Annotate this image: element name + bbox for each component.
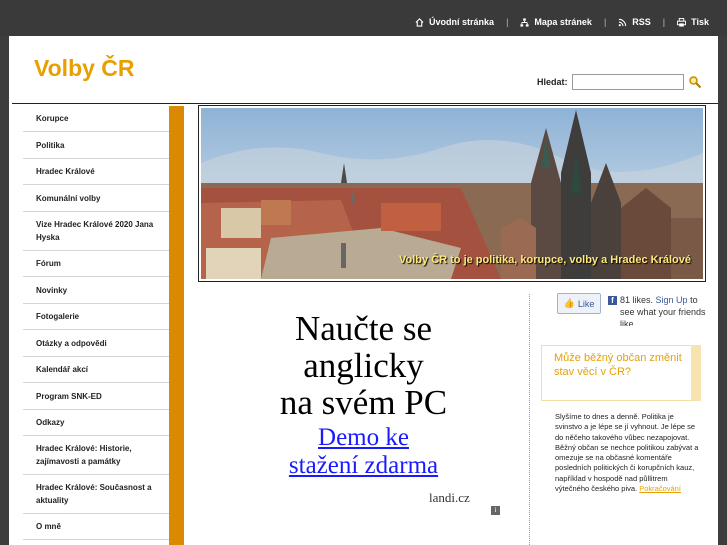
ad-demo-link-1[interactable]: Demo ke xyxy=(221,424,506,452)
sidebar-menu-item[interactable]: Fotogalerie xyxy=(23,304,183,330)
sidebar-menu-item[interactable]: Otázky a odpovědi xyxy=(23,330,183,357)
print-link-label: Tisk xyxy=(691,17,709,27)
search-input[interactable] xyxy=(571,74,684,90)
rss-link-label: RSS xyxy=(632,17,651,27)
sidebar-menu-item[interactable]: Hradec Králové: Současnost a aktuality xyxy=(23,475,183,514)
facebook-signup-link[interactable]: Sign Up xyxy=(656,295,688,305)
sidebar-menu-item[interactable]: Politika xyxy=(23,132,183,159)
ad-line-1: Naučte se xyxy=(294,309,432,348)
home-icon xyxy=(415,17,424,27)
ad-demo-link-2[interactable]: stažení zdarma xyxy=(221,452,506,480)
page-container: Volby ČR Hledat: Korupce Politika Hradec K… xyxy=(9,36,718,545)
sidebar-menu-item[interactable]: Novinky xyxy=(23,277,183,304)
sidebar-box-text: Slyšíme to dnes a denně. Politika je svi… xyxy=(555,412,699,494)
advertisement[interactable]: Naučte se anglicky na svém PC Demo ke st… xyxy=(221,286,506,526)
sidebar-menu-item[interactable]: Vize Hradec Králové 2020 Jana Hyska xyxy=(23,212,183,251)
top-bar: Úvodní stránka | Mapa stránek | RSS | Ti… xyxy=(0,0,727,36)
sidebar-menu-item[interactable]: Hradec Králové: Historie, zajímavosti a … xyxy=(23,436,183,475)
like-label: Like xyxy=(577,298,595,309)
sidebar-menu: Korupce Politika Hradec Králové Komunální v… xyxy=(23,106,183,540)
nav-separator: | xyxy=(662,17,666,27)
sidebar-menu-item[interactable]: Odkazy xyxy=(23,410,183,436)
ad-brand: landi.cz xyxy=(429,490,470,505)
nav-separator: | xyxy=(506,17,509,27)
column-divider xyxy=(529,294,530,545)
facebook-like-text: 81 likes. Sign Up to see what your frien… xyxy=(620,294,708,326)
top-navigation: Úvodní stránka | Mapa stránek | RSS | Ti… xyxy=(415,17,709,27)
banner-caption: Volby ČR to je politika, korupce, volby … xyxy=(399,254,691,266)
search-label: Hledat: xyxy=(537,77,568,87)
sitemap-link[interactable]: Mapa stránek xyxy=(520,17,592,27)
sidebar-menu-item[interactable]: Program SNK-ED xyxy=(23,383,183,410)
sidebar-menu-item[interactable]: Korupce xyxy=(23,106,183,132)
banner-image: Volby ČR to je politika, korupce, volby … xyxy=(201,108,703,279)
sitemap-link-label: Mapa stránek xyxy=(534,17,592,27)
ad-info-icon[interactable]: i xyxy=(491,506,500,515)
home-link-label: Úvodní stránka xyxy=(429,17,495,27)
header-divider xyxy=(12,103,718,104)
rss-link[interactable]: RSS xyxy=(618,17,651,27)
sidebar-menu-item[interactable]: Fórum xyxy=(23,251,183,277)
sidebar-box-accent xyxy=(691,345,701,401)
home-link[interactable]: Úvodní stránka xyxy=(415,17,494,27)
banner: Volby ČR to je politika, korupce, volby … xyxy=(198,105,706,282)
continue-link[interactable]: Pokračování xyxy=(639,484,681,493)
thumbs-up-icon: 👍 xyxy=(563,298,575,308)
rss-icon xyxy=(619,18,627,26)
sitemap-icon xyxy=(520,17,529,27)
facebook-like-button[interactable]: 👍 Like xyxy=(557,293,601,314)
ad-line-3: na svém PC xyxy=(279,383,448,422)
sidebar-menu-item[interactable]: Komunální volby xyxy=(23,185,183,212)
menu-accent-bar xyxy=(169,106,184,545)
sidebar-menu-item[interactable]: Kalendář akcí xyxy=(23,357,183,383)
nav-separator: | xyxy=(603,17,607,27)
facebook-icon: f xyxy=(608,296,617,305)
search-icon[interactable] xyxy=(688,75,702,89)
sidebar-box-title[interactable]: Může běžný občan změnit stav věcí v ČR? xyxy=(541,345,701,401)
like-count: 81 likes. xyxy=(620,295,654,305)
print-link[interactable]: Tisk xyxy=(677,17,709,27)
sidebar-menu-item[interactable]: Hradec Králové xyxy=(23,159,183,185)
ad-line-2: anglicky xyxy=(303,346,424,385)
print-icon xyxy=(677,17,687,27)
sidebar-box-body: Slyšíme to dnes a denně. Politika je svi… xyxy=(555,412,701,494)
sidebar-menu-item[interactable]: O mně xyxy=(23,514,183,540)
search-form: Hledat: xyxy=(537,74,702,90)
site-logo[interactable]: Volby ČR xyxy=(34,55,135,82)
